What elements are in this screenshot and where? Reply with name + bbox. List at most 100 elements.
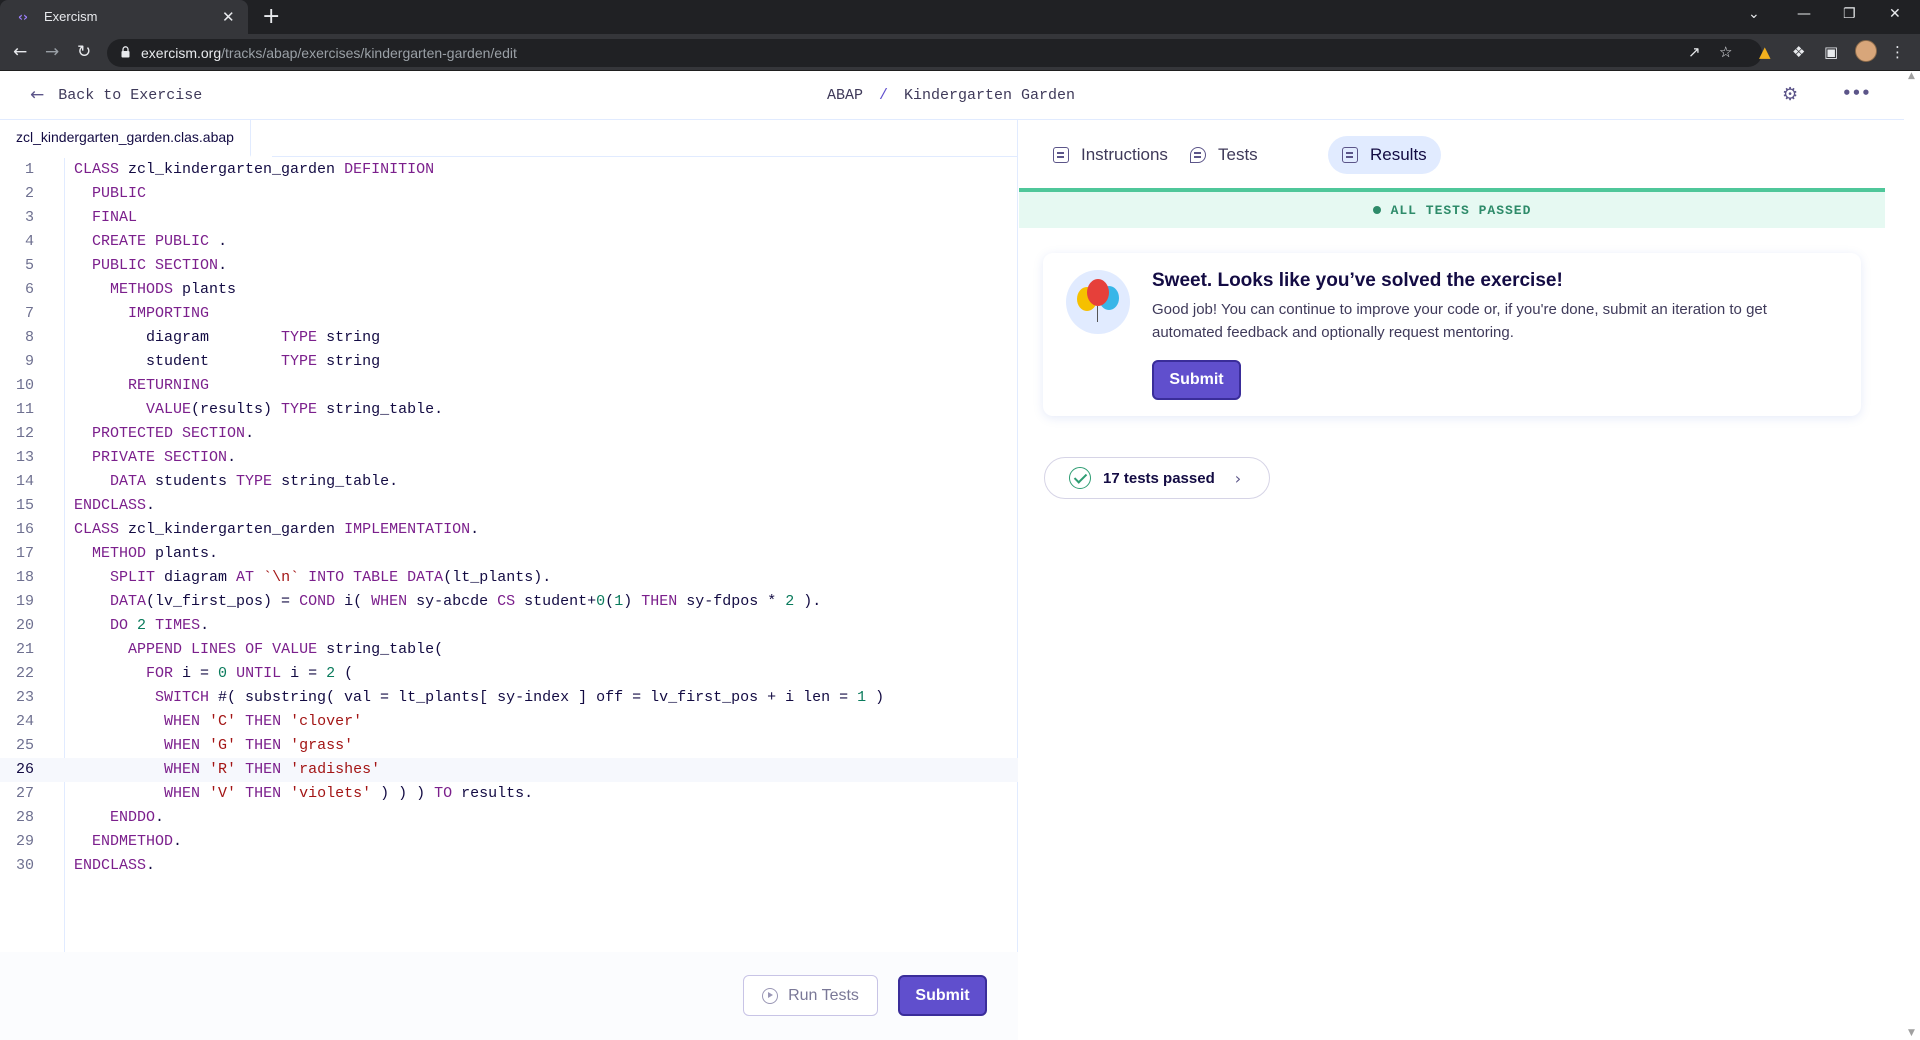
tab-divider bbox=[272, 156, 1018, 157]
bookmark-star-icon[interactable]: ☆ bbox=[1719, 43, 1732, 61]
tab-close-icon[interactable]: ✕ bbox=[222, 8, 235, 26]
code-line[interactable]: 19 DATA(lv_first_pos) = COND i( WHEN sy-… bbox=[0, 590, 1018, 614]
code-line[interactable]: 3 FINAL bbox=[0, 206, 1018, 230]
card-submit-button[interactable]: Submit bbox=[1152, 360, 1241, 400]
breadcrumb-exercise: Kindergarten Garden bbox=[904, 87, 1076, 104]
code-line[interactable]: 8 diagram TYPE string bbox=[0, 326, 1018, 350]
tab-instructions-label: Instructions bbox=[1081, 145, 1168, 164]
line-code: ENDCLASS. bbox=[74, 497, 156, 514]
back-to-exercise-link[interactable]: ← Back to Exercise bbox=[30, 85, 202, 105]
browser-menu-icon[interactable]: ⋮ bbox=[1890, 43, 1905, 61]
results-icon bbox=[1342, 147, 1358, 163]
code-line[interactable]: 29 ENDMETHOD. bbox=[0, 830, 1018, 854]
line-code: PROTECTED SECTION. bbox=[92, 425, 255, 442]
code-line[interactable]: 28 ENDDO. bbox=[0, 806, 1018, 830]
code-line[interactable]: 1 CLASS zcl_kindergarten_garden DEFINITIO… bbox=[0, 158, 1018, 182]
code-line[interactable]: 12 PROTECTED SECTION. bbox=[0, 422, 1018, 446]
code-line[interactable]: 5 PUBLIC SECTION. bbox=[0, 254, 1018, 278]
extensions-puzzle-icon[interactable]: ❖ bbox=[1792, 43, 1805, 61]
run-tests-label: Run Tests bbox=[788, 986, 859, 1004]
code-line[interactable]: 9 student TYPE string bbox=[0, 350, 1018, 374]
code-line[interactable]: 11 VALUE(results) TYPE string_table. bbox=[0, 398, 1018, 422]
instructions-icon bbox=[1053, 147, 1069, 163]
code-line[interactable]: 14 DATA students TYPE string_table. bbox=[0, 470, 1018, 494]
status-text: ALL TESTS PASSED bbox=[1390, 202, 1532, 218]
side-panel-icon[interactable]: ▣ bbox=[1824, 43, 1838, 61]
line-number: 4 bbox=[24, 233, 34, 250]
code-line[interactable]: 20 DO 2 TIMES. bbox=[0, 614, 1018, 638]
line-code: DATA(lv_first_pos) = COND i( WHEN sy-abc… bbox=[110, 593, 822, 610]
line-number: 19 bbox=[15, 593, 34, 610]
profile-avatar[interactable] bbox=[1855, 40, 1877, 62]
line-number: 16 bbox=[15, 521, 34, 538]
reload-icon[interactable]: ↻ bbox=[77, 42, 91, 62]
line-code: WHEN 'G' THEN 'grass' bbox=[164, 737, 354, 754]
more-options-icon[interactable]: ••• bbox=[1842, 84, 1871, 102]
code-line[interactable]: 25 WHEN 'G' THEN 'grass' bbox=[0, 734, 1018, 758]
back-arrow-icon[interactable]: ← bbox=[13, 42, 27, 62]
code-line[interactable]: 13 PRIVATE SECTION. bbox=[0, 446, 1018, 470]
code-line[interactable]: 23 SWITCH #( substring( val = lt_plants[… bbox=[0, 686, 1018, 710]
code-line[interactable]: 21 APPEND LINES OF VALUE string_table( bbox=[0, 638, 1018, 662]
line-number: 15 bbox=[15, 497, 34, 514]
code-line[interactable]: 17 METHOD plants. bbox=[0, 542, 1018, 566]
forward-arrow-icon[interactable]: → bbox=[45, 42, 59, 62]
scroll-down-icon[interactable]: ▼ bbox=[1908, 1028, 1915, 1038]
tab-instructions[interactable]: Instructions bbox=[1039, 136, 1182, 174]
code-line[interactable]: 15 ENDCLASS. bbox=[0, 494, 1018, 518]
line-code: SWITCH #( substring( val = lt_plants[ sy… bbox=[155, 689, 885, 706]
page-scrollbar[interactable]: ▲ ▼ bbox=[1904, 71, 1920, 1040]
line-code: PRIVATE SECTION. bbox=[92, 449, 237, 466]
tests-passed-summary[interactable]: 17 tests passed › bbox=[1044, 457, 1270, 499]
code-line[interactable]: 22 FOR i = 0 UNTIL i = 2 ( bbox=[0, 662, 1018, 686]
tab-results[interactable]: Results bbox=[1328, 136, 1441, 174]
line-code: CLASS zcl_kindergarten_garden DEFINITION bbox=[74, 161, 435, 178]
restore-button[interactable]: ❐ bbox=[1843, 6, 1856, 22]
minimize-button[interactable]: — bbox=[1797, 6, 1811, 22]
code-editor-pane: zcl_kindergarten_garden.clas.abap 1 CLASS… bbox=[0, 120, 1018, 1040]
line-number: 20 bbox=[15, 617, 34, 634]
line-code: ENDMETHOD. bbox=[92, 833, 183, 850]
scroll-up-icon[interactable]: ▲ bbox=[1908, 71, 1915, 81]
code-line[interactable]: 2 PUBLIC bbox=[0, 182, 1018, 206]
tests-passed-label: 17 tests passed bbox=[1103, 469, 1215, 487]
breadcrumb-track[interactable]: ABAP bbox=[827, 87, 863, 104]
address-bar[interactable]: exercism.org/tracks/abap/exercises/kinde… bbox=[107, 39, 1762, 67]
code-line[interactable]: 10 RETURNING bbox=[0, 374, 1018, 398]
code-line[interactable]: 27 WHEN 'V' THEN 'violets' ) ) ) TO resu… bbox=[0, 782, 1018, 806]
extension-icon[interactable]: ▲ bbox=[1759, 43, 1771, 61]
line-code: PUBLIC SECTION. bbox=[92, 257, 228, 274]
code-line[interactable]: 26 WHEN 'R' THEN 'radishes' bbox=[0, 758, 1018, 782]
tab-results-label: Results bbox=[1370, 145, 1427, 164]
exercism-favicon-icon: ‹› bbox=[18, 10, 28, 24]
tab-search-icon[interactable]: ⌄ bbox=[1748, 6, 1760, 22]
code-line[interactable]: 6 METHODS plants bbox=[0, 278, 1018, 302]
line-code: ENDCLASS. bbox=[74, 857, 156, 874]
line-number: 23 bbox=[15, 689, 34, 706]
line-code: SPLIT diagram AT `\n` INTO TABLE DATA(lt… bbox=[110, 569, 552, 586]
code-line[interactable]: 16 CLASS zcl_kindergarten_garden IMPLEMEN… bbox=[0, 518, 1018, 542]
run-tests-button[interactable]: Run Tests bbox=[743, 975, 878, 1016]
settings-gear-icon[interactable]: ⚙ bbox=[1782, 84, 1798, 105]
success-title: Sweet. Looks like you’ve solved the exer… bbox=[1152, 270, 1563, 291]
share-icon[interactable]: ↗ bbox=[1688, 43, 1701, 61]
line-code: VALUE(results) TYPE string_table. bbox=[146, 401, 444, 418]
check-circle-icon bbox=[1069, 467, 1091, 489]
url-text: exercism.org/tracks/abap/exercises/kinde… bbox=[141, 45, 517, 61]
code-line[interactable]: 24 WHEN 'C' THEN 'clover' bbox=[0, 710, 1018, 734]
line-number: 12 bbox=[15, 425, 34, 442]
tab-tests[interactable]: Tests bbox=[1176, 136, 1272, 174]
line-code: FOR i = 0 UNTIL i = 2 ( bbox=[146, 665, 354, 682]
line-code: diagram TYPE string bbox=[74, 329, 381, 346]
new-tab-button[interactable]: + bbox=[262, 4, 280, 29]
file-tab[interactable]: zcl_kindergarten_garden.clas.abap bbox=[0, 120, 251, 157]
code-line[interactable]: 18 SPLIT diagram AT `\n` INTO TABLE DATA… bbox=[0, 566, 1018, 590]
browser-tab[interactable]: ‹› Exercism ✕ bbox=[0, 0, 248, 34]
code-line[interactable]: 7 IMPORTING bbox=[0, 302, 1018, 326]
close-window-button[interactable]: ✕ bbox=[1889, 6, 1901, 22]
editor-submit-button[interactable]: Submit bbox=[898, 975, 987, 1016]
chevron-right-icon: › bbox=[1234, 468, 1242, 488]
code-area[interactable]: 1 CLASS zcl_kindergarten_garden DEFINITIO… bbox=[0, 158, 1018, 878]
code-line[interactable]: 30 ENDCLASS. bbox=[0, 854, 1018, 878]
code-line[interactable]: 4 CREATE PUBLIC . bbox=[0, 230, 1018, 254]
